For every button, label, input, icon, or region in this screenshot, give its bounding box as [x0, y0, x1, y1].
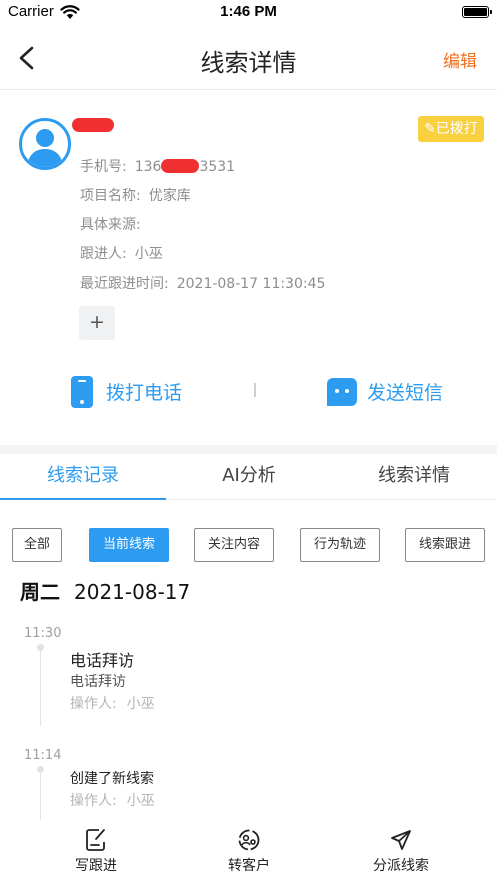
bottom-action-bar: 写跟进 转客户 分派线索 — [0, 820, 497, 883]
section-divider — [0, 445, 497, 454]
timeline-operator: 操作人: 小巫 — [70, 693, 155, 713]
timeline-dot — [37, 766, 44, 773]
filter-lead-followup[interactable]: 线索跟进 — [405, 528, 485, 562]
tab-lead-records[interactable]: 线索记录 — [0, 454, 166, 500]
phone-redaction — [161, 159, 200, 173]
call-button[interactable]: 拨打电话 — [70, 374, 190, 410]
project-label: 项目名称: — [80, 188, 141, 204]
name-redaction — [72, 118, 114, 132]
nav-bar: 线索详情 编辑 — [0, 30, 497, 90]
sms-label: 发送短信 — [367, 382, 444, 404]
source-row: 具体来源: — [80, 214, 149, 234]
sms-button[interactable]: 发送短信 — [327, 374, 457, 410]
phone-suffix: 3531 — [199, 159, 236, 175]
date-label: 2021-08-17 — [74, 580, 191, 604]
timeline-dot — [37, 644, 44, 651]
timeline-line — [40, 773, 41, 823]
convert-customer-label: 转客户 — [228, 858, 270, 874]
timeline-operator: 操作人: 小巫 — [70, 790, 155, 810]
user-icon — [27, 129, 63, 167]
edit-button[interactable]: 编辑 — [443, 47, 477, 72]
last-follow-value: 2021-08-17 11:30:45 — [176, 276, 326, 292]
project-row: 项目名称: 优家库 — [80, 185, 191, 205]
write-followup-label: 写跟进 — [75, 858, 117, 874]
filter-all[interactable]: 全部 — [12, 528, 62, 562]
operator-label: 操作人: — [70, 793, 117, 809]
call-label: 拨打电话 — [106, 382, 183, 404]
operator-label: 操作人: — [70, 696, 117, 712]
clock: 1:46 PM — [220, 3, 277, 20]
follower-label: 跟进人: — [80, 246, 127, 262]
status-badge: ✎已拨打 — [418, 116, 484, 142]
operator-value: 小巫 — [126, 696, 155, 712]
phone-prefix: 136 — [134, 159, 162, 175]
assign-lead-label: 分派线索 — [373, 858, 429, 874]
filter-behavior-track[interactable]: 行为轨迹 — [300, 528, 380, 562]
timeline-title: 电话拜访 — [70, 651, 135, 670]
filter-bar: 全部 当前线索 关注内容 行为轨迹 线索跟进 — [0, 528, 497, 564]
message-icon — [327, 378, 357, 406]
source-label: 具体来源: — [80, 217, 141, 233]
lead-profile: ✎已拨打 手机号: 136 3531 项目名称: 优家库 具体来源: 跟进人: 小巫 最… — [0, 92, 497, 445]
project-value: 优家库 — [148, 188, 191, 204]
send-icon — [391, 830, 411, 850]
action-divider — [254, 383, 256, 397]
timeline-time: 11:14 — [24, 748, 62, 763]
date-heading: 周二 2021-08-17 — [20, 576, 190, 605]
convert-icon — [238, 829, 260, 851]
timeline-title: 创建了新线索 — [70, 771, 154, 787]
tab-ai-analysis[interactable]: AI分析 — [166, 454, 332, 499]
last-follow-label: 最近跟进时间: — [80, 276, 169, 292]
timeline-subtitle: 电话拜访 — [70, 674, 126, 690]
status-bar: Carrier 1:46 PM — [0, 0, 497, 26]
convert-customer-button[interactable]: 转客户 — [189, 826, 309, 882]
filter-focus-content[interactable]: 关注内容 — [194, 528, 274, 562]
battery-icon — [462, 6, 492, 18]
phone-label: 手机号: — [80, 159, 127, 175]
follower-row: 跟进人: 小巫 — [80, 243, 163, 263]
operator-value: 小巫 — [126, 793, 155, 809]
timeline-line — [40, 651, 41, 726]
edit-icon — [86, 829, 105, 851]
timeline-time: 11:30 — [24, 626, 62, 641]
filter-current-lead[interactable]: 当前线索 — [89, 528, 169, 562]
phone-row: 手机号: 136 3531 — [80, 156, 235, 176]
page-title: 线索详情 — [200, 49, 297, 77]
tab-lead-details[interactable]: 线索详情 — [331, 454, 497, 499]
follower-value: 小巫 — [134, 246, 163, 262]
last-follow-row: 最近跟进时间: 2021-08-17 11:30:45 — [80, 273, 325, 293]
add-tag-button[interactable]: + — [79, 306, 115, 340]
avatar — [19, 118, 71, 170]
tab-bar: 线索记录 AI分析 线索详情 — [0, 454, 497, 500]
phone-icon — [71, 376, 93, 408]
weekday-label: 周二 — [20, 580, 60, 604]
assign-lead-button[interactable]: 分派线索 — [341, 826, 461, 882]
write-followup-button[interactable]: 写跟进 — [36, 826, 156, 882]
